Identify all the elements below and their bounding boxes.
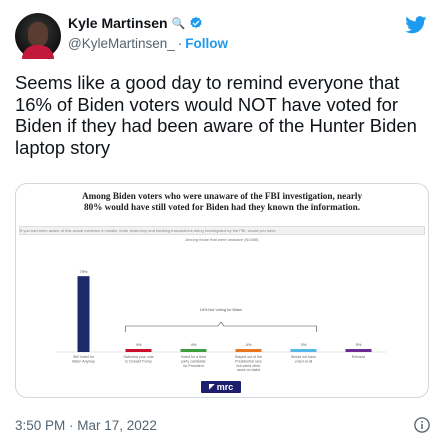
emoji-icon: 🔍 (171, 17, 186, 30)
bar-value-label-4: 4% (246, 342, 252, 347)
media-title-line-2: 80% would have still voted for Biden had… (84, 202, 360, 212)
bar-1 (77, 276, 90, 352)
bar-value-label-2: 4% (136, 342, 142, 347)
mrc-logo: mrc (201, 381, 241, 393)
bar-2 (125, 349, 152, 352)
bar-6 (345, 349, 372, 352)
display-name[interactable]: Kyle Martinsen (68, 15, 168, 31)
handle[interactable]: @KyleMartinsen_ (68, 36, 175, 51)
tweet-timestamp[interactable]: 3:50 PM · Mar 17, 2022 (15, 418, 157, 433)
mrc-logo-text: mrc (216, 382, 234, 392)
author-name-row: Kyle Martinsen 🔍 (68, 15, 203, 31)
bar-4 (235, 349, 262, 352)
bar-5 (290, 349, 317, 352)
follow-button[interactable]: Follow (185, 36, 228, 51)
separator-dot: · (177, 36, 183, 51)
category-label-6: Refused (352, 355, 365, 359)
category-label-2: Switched your vote to Donald Trump (123, 355, 153, 363)
category-label-4: Stayed out of the Presidential race but vo… (235, 355, 262, 372)
bar-value-label-5: 3% (301, 342, 307, 347)
mrc-logo-mark-icon (208, 384, 215, 390)
tweet-text: Seems like a good day to remind everyone… (15, 72, 417, 158)
survey-question: If you had been aware of this actual evi… (19, 226, 425, 235)
media-title-line-1: Among Biden voters who were unaware of t… (81, 191, 363, 201)
category-label-5: Would not have voted at all (291, 355, 316, 363)
bar-value-label-1: 79% (79, 269, 87, 274)
tweet-media-image[interactable]: Among Biden voters who were unaware of t… (15, 183, 429, 398)
category-label-3: Voted for a third party candidate for Pres… (181, 355, 206, 368)
bar-value-label-6: 5% (356, 342, 362, 347)
handle-row: @KyleMartinsen_ · Follow (68, 36, 228, 51)
avatar[interactable] (15, 13, 61, 59)
media-title: Among Biden voters who were unaware of t… (16, 191, 428, 213)
info-icon[interactable] (413, 416, 431, 434)
bar-value-label-3: 4% (191, 342, 197, 347)
avatar-shirt (22, 45, 54, 59)
twitter-bird-icon[interactable] (405, 16, 427, 34)
annotation-brace-1 (125, 321, 317, 332)
bar-3 (180, 349, 207, 352)
category-label-1: Still Voted for Biden Anyway (72, 355, 95, 363)
verified-badge-icon (190, 16, 202, 29)
avatar-face (28, 22, 48, 46)
bar-chart: 79% Still Voted for Biden Anyway 4% Switched… (56, 269, 386, 372)
chart-subtitle: Among those that were unaware (N1058) (185, 237, 259, 242)
tweet-card: Kyle Martinsen 🔍 @KyleMartinsen_ · Follow … (0, 0, 444, 448)
annotation-label-1: 16% Not Voting for Biden (200, 308, 242, 312)
